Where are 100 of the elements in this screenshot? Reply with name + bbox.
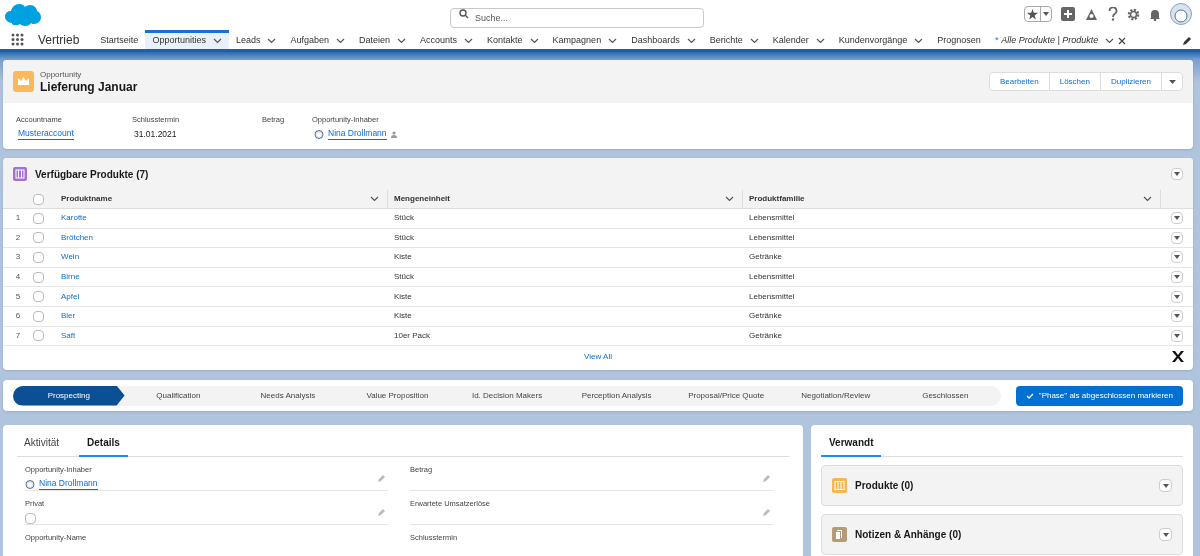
checkbox[interactable] — [33, 310, 44, 322]
caret-icon — [1174, 255, 1180, 260]
checkbox[interactable] — [33, 271, 44, 283]
row-action-button[interactable] — [1171, 271, 1183, 284]
row-number: 3 — [14, 251, 22, 264]
star-icon — [1027, 8, 1038, 20]
nav-tab[interactable]: Dateien — [352, 30, 414, 49]
chevron-icon — [725, 196, 734, 202]
bell-icon[interactable] — [1149, 7, 1161, 21]
row-action-button[interactable] — [1171, 212, 1183, 225]
favorites-button[interactable] — [1024, 6, 1052, 22]
dropdown-button[interactable] — [1159, 528, 1172, 541]
crown-icon — [13, 71, 34, 92]
checkbox[interactable] — [33, 232, 44, 244]
product-link[interactable]: Karotte — [61, 213, 87, 223]
action-button[interactable]: Bearbeiten — [990, 73, 1050, 90]
row-action-button[interactable] — [1171, 329, 1183, 342]
nav-tab[interactable]: Leads — [228, 30, 284, 49]
nav-tab[interactable]: Opportunities — [145, 30, 229, 49]
edit-icon[interactable] — [1182, 36, 1192, 46]
related-list-title: Verfügbare Produkte (7) — [35, 167, 149, 182]
product-link[interactable]: Birne — [61, 272, 80, 282]
table-cell: Lebensmittel — [749, 213, 795, 223]
column-header[interactable]: Mengeneinheit — [394, 193, 450, 205]
row-action-button[interactable] — [1171, 290, 1183, 303]
checkbox[interactable] — [33, 291, 44, 303]
nav-tab[interactable]: Aufgaben — [283, 30, 352, 49]
caret-icon — [1162, 483, 1169, 488]
view-all-link[interactable]: View All — [584, 350, 612, 363]
row-number: 4 — [14, 271, 22, 284]
nav-tab[interactable]: Berichte — [702, 30, 766, 49]
mark-complete-button[interactable]: "Phase" als abgeschlossen markieren — [1015, 385, 1183, 406]
avatar-icon[interactable] — [1170, 3, 1192, 25]
record-link[interactable]: Musteraccount — [18, 128, 74, 141]
nav-tab[interactable]: Startseite — [93, 30, 146, 49]
tab[interactable]: Verwandt — [821, 435, 882, 457]
nav-tab[interactable]: * Alle Produkte | Produkte — [987, 30, 1134, 49]
table-cell: Getränke — [749, 311, 782, 321]
caret-icon — [1174, 333, 1180, 338]
nav-tab[interactable]: Kontakte — [480, 30, 546, 49]
table-cell: Stück — [394, 232, 414, 242]
row-number: 2 — [14, 231, 22, 244]
dropdown-button[interactable] — [1159, 479, 1172, 492]
row-action-button[interactable] — [1171, 231, 1183, 244]
row-number: 6 — [14, 310, 22, 323]
caret-icon — [1174, 235, 1180, 240]
checkbox[interactable] — [33, 212, 44, 224]
product-link[interactable]: Brötchen — [61, 232, 94, 242]
path-stage[interactable]: Prospecting — [13, 385, 125, 406]
dropdown-button[interactable] — [1171, 168, 1183, 180]
table-cell: Stück — [394, 272, 414, 282]
checkbox[interactable] — [33, 252, 44, 263]
app-launcher-icon[interactable] — [11, 33, 24, 46]
checkbox[interactable] — [33, 193, 44, 205]
record-title: Lieferung Januar — [40, 79, 138, 94]
product-link[interactable]: Wein — [61, 252, 80, 262]
column-header[interactable]: Produktname — [61, 193, 113, 205]
nav-tab[interactable]: Dashboards — [624, 30, 703, 49]
product-link[interactable]: Saft — [61, 330, 76, 340]
table-cell: Getränke — [749, 330, 782, 340]
checkbox[interactable] — [33, 330, 44, 342]
caret-icon — [1043, 12, 1049, 16]
card-title: Notizen & Anhänge (0) — [855, 528, 962, 542]
help-icon[interactable] — [1108, 7, 1118, 21]
caret-icon — [1174, 275, 1180, 280]
nav-tab[interactable]: Accounts — [413, 30, 481, 49]
search-field[interactable]: Suche... — [450, 8, 704, 28]
table-cell: Stück — [394, 213, 414, 223]
check-icon — [1025, 392, 1034, 399]
close-icon[interactable] — [1118, 37, 1127, 45]
card-title: Produkte (0) — [855, 479, 914, 493]
user-link[interactable]: Nina Drollmann — [39, 478, 98, 491]
change-owner-icon[interactable] — [390, 130, 398, 138]
table-cell: Getränke — [749, 252, 782, 262]
action-button[interactable]: Löschen — [1049, 73, 1101, 90]
tab[interactable]: Aktivität — [20, 435, 63, 457]
nav-tab[interactable]: Prognosen — [930, 30, 988, 49]
nav-tab[interactable]: Kalender — [765, 30, 832, 49]
table-cell: Lebensmittel — [749, 232, 795, 242]
row-number: 7 — [14, 329, 22, 342]
x-logo-icon — [1172, 351, 1184, 363]
caret-icon — [1174, 314, 1180, 319]
row-action-button[interactable] — [1171, 251, 1183, 264]
nav-tab[interactable]: Kampagnen — [545, 30, 625, 49]
tab[interactable]: Details — [79, 435, 128, 457]
nav-tab[interactable]: Kundenvorgänge — [831, 30, 931, 49]
record-link[interactable]: Nina Drollmann — [328, 128, 387, 141]
table-cell: Lebensmittel — [749, 291, 795, 301]
product-link[interactable]: Apfel — [61, 291, 80, 301]
column-header[interactable]: Produktfamilie — [749, 193, 805, 205]
caret-icon — [1162, 532, 1169, 537]
add-icon[interactable] — [1061, 7, 1075, 21]
row-action-button[interactable] — [1171, 310, 1183, 323]
checkbox[interactable] — [25, 512, 36, 524]
object-type: Opportunity — [40, 69, 83, 80]
action-button[interactable]: Duplizieren — [1100, 73, 1162, 90]
caret-icon — [1174, 294, 1180, 299]
product-link[interactable]: Bier — [61, 311, 76, 321]
settings-icon[interactable] — [1127, 7, 1140, 21]
cloud-logo[interactable] — [5, 3, 41, 27]
